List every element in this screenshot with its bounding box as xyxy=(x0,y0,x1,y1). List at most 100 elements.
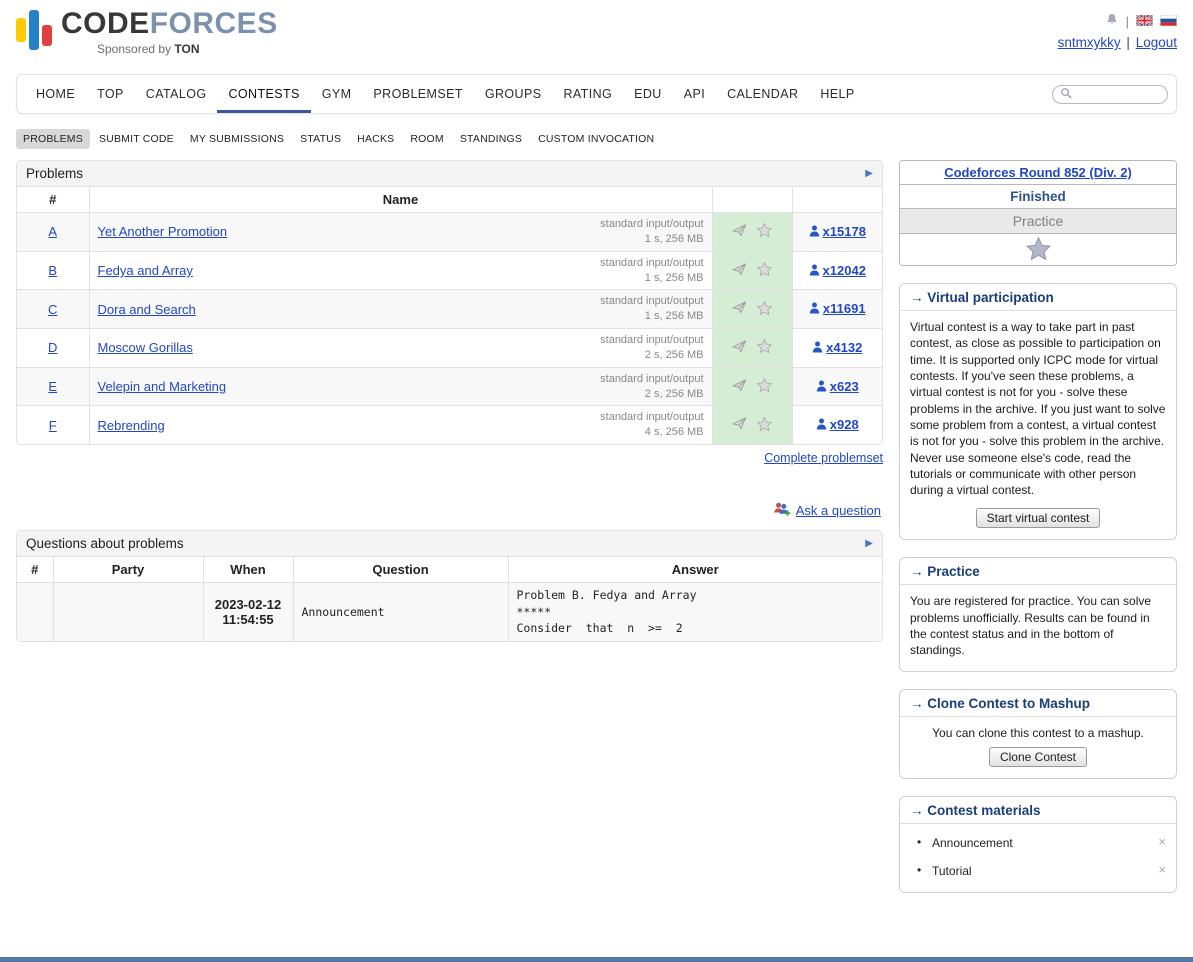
search-box[interactable] xyxy=(1052,85,1168,104)
subnav-link[interactable]: SUBMIT CODE xyxy=(92,129,181,149)
nav-link[interactable]: PROBLEMSET xyxy=(362,75,473,113)
nav-link[interactable]: HELP xyxy=(809,75,865,113)
nav-link[interactable]: CALENDAR xyxy=(716,75,809,113)
header-solved xyxy=(792,187,882,213)
expand-arrow-icon[interactable]: ▶ xyxy=(865,539,873,549)
nav-item[interactable]: CALENDAR xyxy=(716,75,809,113)
problem-name-link[interactable]: Moscow Gorillas xyxy=(98,340,193,355)
problem-name-cell: Fedya and Array standard input/output 1 … xyxy=(89,251,712,290)
contest-subnav-item[interactable]: STATUS xyxy=(293,129,348,149)
subnav-link[interactable]: STANDINGS xyxy=(453,129,529,149)
contest-subnav-item[interactable]: PROBLEMS xyxy=(16,129,90,149)
contest-subnav-item[interactable]: ROOM xyxy=(403,129,450,149)
subnav-link[interactable]: MY SUBMISSIONS xyxy=(183,129,291,149)
ask-question-link[interactable]: Ask a question xyxy=(796,503,881,518)
clone-contest-button[interactable]: Clone Contest xyxy=(989,747,1087,767)
contest-title-link[interactable]: Codeforces Round 852 (Div. 2) xyxy=(944,165,1132,180)
problem-index-link[interactable]: C xyxy=(48,302,57,317)
language-ru-flag-icon[interactable] xyxy=(1160,14,1177,29)
close-icon[interactable]: × xyxy=(1158,834,1166,849)
problem-limits: standard input/output 1 s, 256 MB xyxy=(600,217,703,247)
subnav-link[interactable]: STATUS xyxy=(293,129,348,149)
nav-item[interactable]: GROUPS xyxy=(474,75,553,113)
nav-link[interactable]: GYM xyxy=(311,75,363,113)
nav-link[interactable]: RATING xyxy=(552,75,623,113)
contest-subnav-item[interactable]: SUBMIT CODE xyxy=(92,129,181,149)
submit-paper-plane-icon[interactable] xyxy=(732,262,747,280)
problem-index-link[interactable]: E xyxy=(48,379,57,394)
submit-paper-plane-icon[interactable] xyxy=(732,416,747,434)
contest-material-item[interactable]: Tutorial × xyxy=(900,857,1176,885)
problem-index-link[interactable]: A xyxy=(48,224,57,239)
material-label[interactable]: Announcement xyxy=(932,836,1013,850)
favorite-star-icon[interactable] xyxy=(757,262,772,279)
nav-item[interactable]: PROBLEMSET xyxy=(362,75,473,113)
subnav-link[interactable]: ROOM xyxy=(403,129,450,149)
contest-subnav-item[interactable]: CUSTOM INVOCATION xyxy=(531,129,661,149)
solved-count-link[interactable]: x623 xyxy=(830,379,859,394)
favorite-star-icon[interactable] xyxy=(1026,237,1051,263)
nav-link[interactable]: HOME xyxy=(25,75,86,113)
search-input[interactable] xyxy=(1076,86,1160,102)
solved-count-link[interactable]: x12042 xyxy=(823,263,866,278)
nav-item[interactable]: RATING xyxy=(552,75,623,113)
separator: | xyxy=(1126,35,1130,50)
subnav-link[interactable]: PROBLEMS xyxy=(16,129,90,149)
questions-table: Questions about problems ▶ # Party When … xyxy=(16,530,883,642)
problem-name-link[interactable]: Yet Another Promotion xyxy=(98,224,228,239)
contest-subnav-item[interactable]: MY SUBMISSIONS xyxy=(183,129,291,149)
problem-index-link[interactable]: B xyxy=(48,263,57,278)
nav-item[interactable]: CONTESTS xyxy=(217,75,310,113)
material-label[interactable]: Tutorial xyxy=(932,864,972,878)
problem-name-link[interactable]: Fedya and Array xyxy=(98,263,193,278)
subnav-link[interactable]: HACKS xyxy=(350,129,401,149)
favorite-star-icon[interactable] xyxy=(757,301,772,318)
contest-subnav-item[interactable]: STANDINGS xyxy=(453,129,529,149)
solved-count-link[interactable]: x4132 xyxy=(826,340,862,355)
favorite-star-icon[interactable] xyxy=(757,417,772,434)
codeforces-logo[interactable]: CODEFORCES Sponsored by TON xyxy=(16,8,278,56)
subnav-link[interactable]: CUSTOM INVOCATION xyxy=(531,129,661,149)
nav-item[interactable]: API xyxy=(673,75,716,113)
nav-item[interactable]: GYM xyxy=(311,75,363,113)
content: Problems ▶ # Name A xyxy=(16,160,1177,893)
solved-count-link[interactable]: x11691 xyxy=(823,301,866,316)
start-virtual-contest-button[interactable]: Start virtual contest xyxy=(976,508,1101,528)
favorite-star-icon[interactable] xyxy=(757,378,772,395)
nav-item[interactable]: HELP xyxy=(809,75,865,113)
nav-item[interactable]: HOME xyxy=(25,75,86,113)
nav-link[interactable]: EDU xyxy=(623,75,673,113)
nav-item[interactable]: CATALOG xyxy=(135,75,218,113)
solved-count-link[interactable]: x15178 xyxy=(823,224,866,239)
logout-link[interactable]: Logout xyxy=(1136,35,1177,50)
problem-index-link[interactable]: F xyxy=(49,418,57,433)
submit-paper-plane-icon[interactable] xyxy=(732,378,747,396)
nav-link[interactable]: CATALOG xyxy=(135,75,218,113)
nav-item[interactable]: TOP xyxy=(86,75,135,113)
expand-arrow-icon[interactable]: ▶ xyxy=(865,169,873,179)
solved-count-link[interactable]: x928 xyxy=(830,417,859,432)
contest-subnav-item[interactable]: HACKS xyxy=(350,129,401,149)
problem-name-link[interactable]: Dora and Search xyxy=(98,302,196,317)
favorite-star-icon[interactable] xyxy=(757,223,772,240)
problem-name-link[interactable]: Rebrending xyxy=(98,418,165,433)
close-icon[interactable]: × xyxy=(1158,862,1166,877)
language-en-flag-icon[interactable] xyxy=(1136,14,1153,29)
username-link[interactable]: sntmxykky xyxy=(1058,35,1121,50)
submit-paper-plane-icon[interactable] xyxy=(732,300,747,318)
notifications-bell-icon[interactable] xyxy=(1105,12,1119,30)
contest-material-item[interactable]: Announcement × xyxy=(900,829,1176,857)
problem-time-memory: 2 s, 256 MB xyxy=(600,387,703,402)
favorite-star-icon[interactable] xyxy=(757,339,772,356)
nav-link[interactable]: GROUPS xyxy=(474,75,553,113)
contest-subnav: PROBLEMS SUBMIT CODE MY SUBMISSIONS STAT… xyxy=(16,129,1177,149)
problem-index-link[interactable]: D xyxy=(48,340,57,355)
complete-problemset-link[interactable]: Complete problemset xyxy=(764,451,883,465)
nav-item[interactable]: EDU xyxy=(623,75,673,113)
submit-paper-plane-icon[interactable] xyxy=(732,339,747,357)
submit-paper-plane-icon[interactable] xyxy=(732,223,747,241)
nav-link[interactable]: CONTESTS xyxy=(217,75,310,113)
nav-link[interactable]: API xyxy=(673,75,716,113)
problem-name-link[interactable]: Velepin and Marketing xyxy=(98,379,227,394)
nav-link[interactable]: TOP xyxy=(86,75,135,113)
